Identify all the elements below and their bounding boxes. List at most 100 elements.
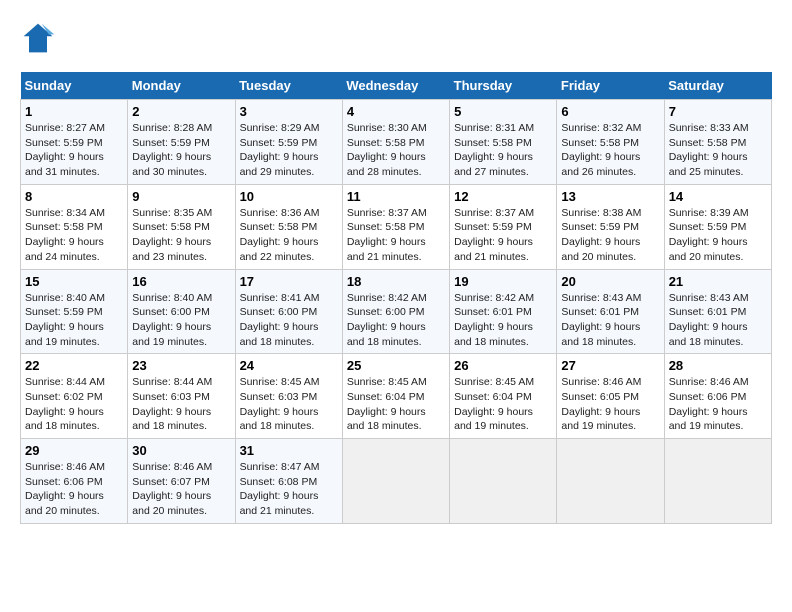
calendar-cell: 24 Sunrise: 8:45 AMSunset: 6:03 PMDayligh…	[235, 354, 342, 439]
day-info: Sunrise: 8:43 AMSunset: 6:01 PMDaylight:…	[669, 291, 767, 350]
dow-header: Tuesday	[235, 72, 342, 100]
day-info: Sunrise: 8:36 AMSunset: 5:58 PMDaylight:…	[240, 206, 338, 265]
day-info: Sunrise: 8:40 AMSunset: 6:00 PMDaylight:…	[132, 291, 230, 350]
day-info: Sunrise: 8:37 AMSunset: 5:58 PMDaylight:…	[347, 206, 445, 265]
day-info: Sunrise: 8:33 AMSunset: 5:58 PMDaylight:…	[669, 121, 767, 180]
day-number: 30	[132, 443, 230, 458]
calendar-cell: 27 Sunrise: 8:46 AMSunset: 6:05 PMDayligh…	[557, 354, 664, 439]
calendar-cell	[450, 439, 557, 524]
day-number: 10	[240, 189, 338, 204]
calendar-cell: 18 Sunrise: 8:42 AMSunset: 6:00 PMDayligh…	[342, 269, 449, 354]
calendar-cell: 12 Sunrise: 8:37 AMSunset: 5:59 PMDayligh…	[450, 184, 557, 269]
day-number: 11	[347, 189, 445, 204]
day-number: 1	[25, 104, 123, 119]
day-info: Sunrise: 8:32 AMSunset: 5:58 PMDaylight:…	[561, 121, 659, 180]
calendar-cell: 10 Sunrise: 8:36 AMSunset: 5:58 PMDayligh…	[235, 184, 342, 269]
day-info: Sunrise: 8:40 AMSunset: 5:59 PMDaylight:…	[25, 291, 123, 350]
calendar-cell: 19Sunrise: 8:42 AMSunset: 6:01 PMDayligh…	[450, 269, 557, 354]
calendar-cell: 9Sunrise: 8:35 AMSunset: 5:58 PMDaylight…	[128, 184, 235, 269]
dow-header: Monday	[128, 72, 235, 100]
day-number: 6	[561, 104, 659, 119]
calendar-cell: 1 Sunrise: 8:27 AMSunset: 5:59 PMDaylight…	[21, 100, 128, 185]
day-info: Sunrise: 8:29 AMSunset: 5:59 PMDaylight:…	[240, 121, 338, 180]
day-info: Sunrise: 8:41 AMSunset: 6:00 PMDaylight:…	[240, 291, 338, 350]
calendar-week: 1 Sunrise: 8:27 AMSunset: 5:59 PMDaylight…	[21, 100, 772, 185]
day-info: Sunrise: 8:44 AMSunset: 6:02 PMDaylight:…	[25, 375, 123, 434]
day-info: Sunrise: 8:46 AMSunset: 6:07 PMDaylight:…	[132, 460, 230, 519]
days-of-week-row: SundayMondayTuesdayWednesdayThursdayFrid…	[21, 72, 772, 100]
dow-header: Friday	[557, 72, 664, 100]
calendar-cell	[664, 439, 771, 524]
day-number: 20	[561, 274, 659, 289]
day-number: 23	[132, 358, 230, 373]
calendar-cell: 30 Sunrise: 8:46 AMSunset: 6:07 PMDayligh…	[128, 439, 235, 524]
calendar-cell	[557, 439, 664, 524]
calendar-week: 22 Sunrise: 8:44 AMSunset: 6:02 PMDayligh…	[21, 354, 772, 439]
calendar-cell: 14Sunrise: 8:39 AMSunset: 5:59 PMDayligh…	[664, 184, 771, 269]
calendar-cell: 29 Sunrise: 8:46 AMSunset: 6:06 PMDayligh…	[21, 439, 128, 524]
day-info: Sunrise: 8:35 AMSunset: 5:58 PMDaylight:…	[132, 206, 230, 265]
day-info: Sunrise: 8:45 AMSunset: 6:04 PMDaylight:…	[454, 375, 552, 434]
dow-header: Wednesday	[342, 72, 449, 100]
day-info: Sunrise: 8:43 AMSunset: 6:01 PMDaylight:…	[561, 291, 659, 350]
calendar-cell: 20 Sunrise: 8:43 AMSunset: 6:01 PMDayligh…	[557, 269, 664, 354]
calendar-cell: 11 Sunrise: 8:37 AMSunset: 5:58 PMDayligh…	[342, 184, 449, 269]
calendar-table: SundayMondayTuesdayWednesdayThursdayFrid…	[20, 72, 772, 524]
day-info: Sunrise: 8:28 AMSunset: 5:59 PMDaylight:…	[132, 121, 230, 180]
day-number: 29	[25, 443, 123, 458]
day-number: 12	[454, 189, 552, 204]
day-number: 15	[25, 274, 123, 289]
calendar-week: 15 Sunrise: 8:40 AMSunset: 5:59 PMDayligh…	[21, 269, 772, 354]
day-number: 21	[669, 274, 767, 289]
day-info: Sunrise: 8:31 AMSunset: 5:58 PMDaylight:…	[454, 121, 552, 180]
day-info: Sunrise: 8:46 AMSunset: 6:06 PMDaylight:…	[669, 375, 767, 434]
day-number: 5	[454, 104, 552, 119]
day-info: Sunrise: 8:37 AMSunset: 5:59 PMDaylight:…	[454, 206, 552, 265]
day-number: 3	[240, 104, 338, 119]
page-header	[20, 20, 772, 56]
day-info: Sunrise: 8:27 AMSunset: 5:59 PMDaylight:…	[25, 121, 123, 180]
calendar-cell: 15 Sunrise: 8:40 AMSunset: 5:59 PMDayligh…	[21, 269, 128, 354]
day-number: 4	[347, 104, 445, 119]
calendar-cell: 7Sunrise: 8:33 AMSunset: 5:58 PMDaylight…	[664, 100, 771, 185]
day-info: Sunrise: 8:45 AMSunset: 6:04 PMDaylight:…	[347, 375, 445, 434]
day-info: Sunrise: 8:42 AMSunset: 6:00 PMDaylight:…	[347, 291, 445, 350]
day-number: 16	[132, 274, 230, 289]
day-info: Sunrise: 8:45 AMSunset: 6:03 PMDaylight:…	[240, 375, 338, 434]
calendar-cell: 22 Sunrise: 8:44 AMSunset: 6:02 PMDayligh…	[21, 354, 128, 439]
day-number: 22	[25, 358, 123, 373]
day-number: 27	[561, 358, 659, 373]
calendar-body: 1 Sunrise: 8:27 AMSunset: 5:59 PMDaylight…	[21, 100, 772, 524]
day-number: 28	[669, 358, 767, 373]
day-number: 26	[454, 358, 552, 373]
day-number: 17	[240, 274, 338, 289]
calendar-cell: 2 Sunrise: 8:28 AMSunset: 5:59 PMDaylight…	[128, 100, 235, 185]
calendar-cell: 25Sunrise: 8:45 AMSunset: 6:04 PMDayligh…	[342, 354, 449, 439]
calendar-cell: 31 Sunrise: 8:47 AMSunset: 6:08 PMDayligh…	[235, 439, 342, 524]
dow-header: Thursday	[450, 72, 557, 100]
day-number: 13	[561, 189, 659, 204]
calendar-cell: 26 Sunrise: 8:45 AMSunset: 6:04 PMDayligh…	[450, 354, 557, 439]
calendar-cell	[342, 439, 449, 524]
day-number: 31	[240, 443, 338, 458]
day-info: Sunrise: 8:34 AMSunset: 5:58 PMDaylight:…	[25, 206, 123, 265]
day-info: Sunrise: 8:46 AMSunset: 6:06 PMDaylight:…	[25, 460, 123, 519]
day-info: Sunrise: 8:38 AMSunset: 5:59 PMDaylight:…	[561, 206, 659, 265]
calendar-cell: 28 Sunrise: 8:46 AMSunset: 6:06 PMDayligh…	[664, 354, 771, 439]
day-number: 24	[240, 358, 338, 373]
logo-icon	[20, 20, 56, 56]
calendar-cell: 17 Sunrise: 8:41 AMSunset: 6:00 PMDayligh…	[235, 269, 342, 354]
logo	[20, 20, 62, 56]
calendar-cell: 3 Sunrise: 8:29 AMSunset: 5:59 PMDaylight…	[235, 100, 342, 185]
day-number: 19	[454, 274, 552, 289]
day-info: Sunrise: 8:47 AMSunset: 6:08 PMDaylight:…	[240, 460, 338, 519]
calendar-cell: 5 Sunrise: 8:31 AMSunset: 5:58 PMDaylight…	[450, 100, 557, 185]
calendar-week: 8Sunrise: 8:34 AMSunset: 5:58 PMDaylight…	[21, 184, 772, 269]
day-info: Sunrise: 8:46 AMSunset: 6:05 PMDaylight:…	[561, 375, 659, 434]
day-number: 18	[347, 274, 445, 289]
calendar-cell: 16 Sunrise: 8:40 AMSunset: 6:00 PMDayligh…	[128, 269, 235, 354]
day-number: 2	[132, 104, 230, 119]
calendar-cell: 23Sunrise: 8:44 AMSunset: 6:03 PMDayligh…	[128, 354, 235, 439]
calendar-cell: 8Sunrise: 8:34 AMSunset: 5:58 PMDaylight…	[21, 184, 128, 269]
dow-header: Saturday	[664, 72, 771, 100]
